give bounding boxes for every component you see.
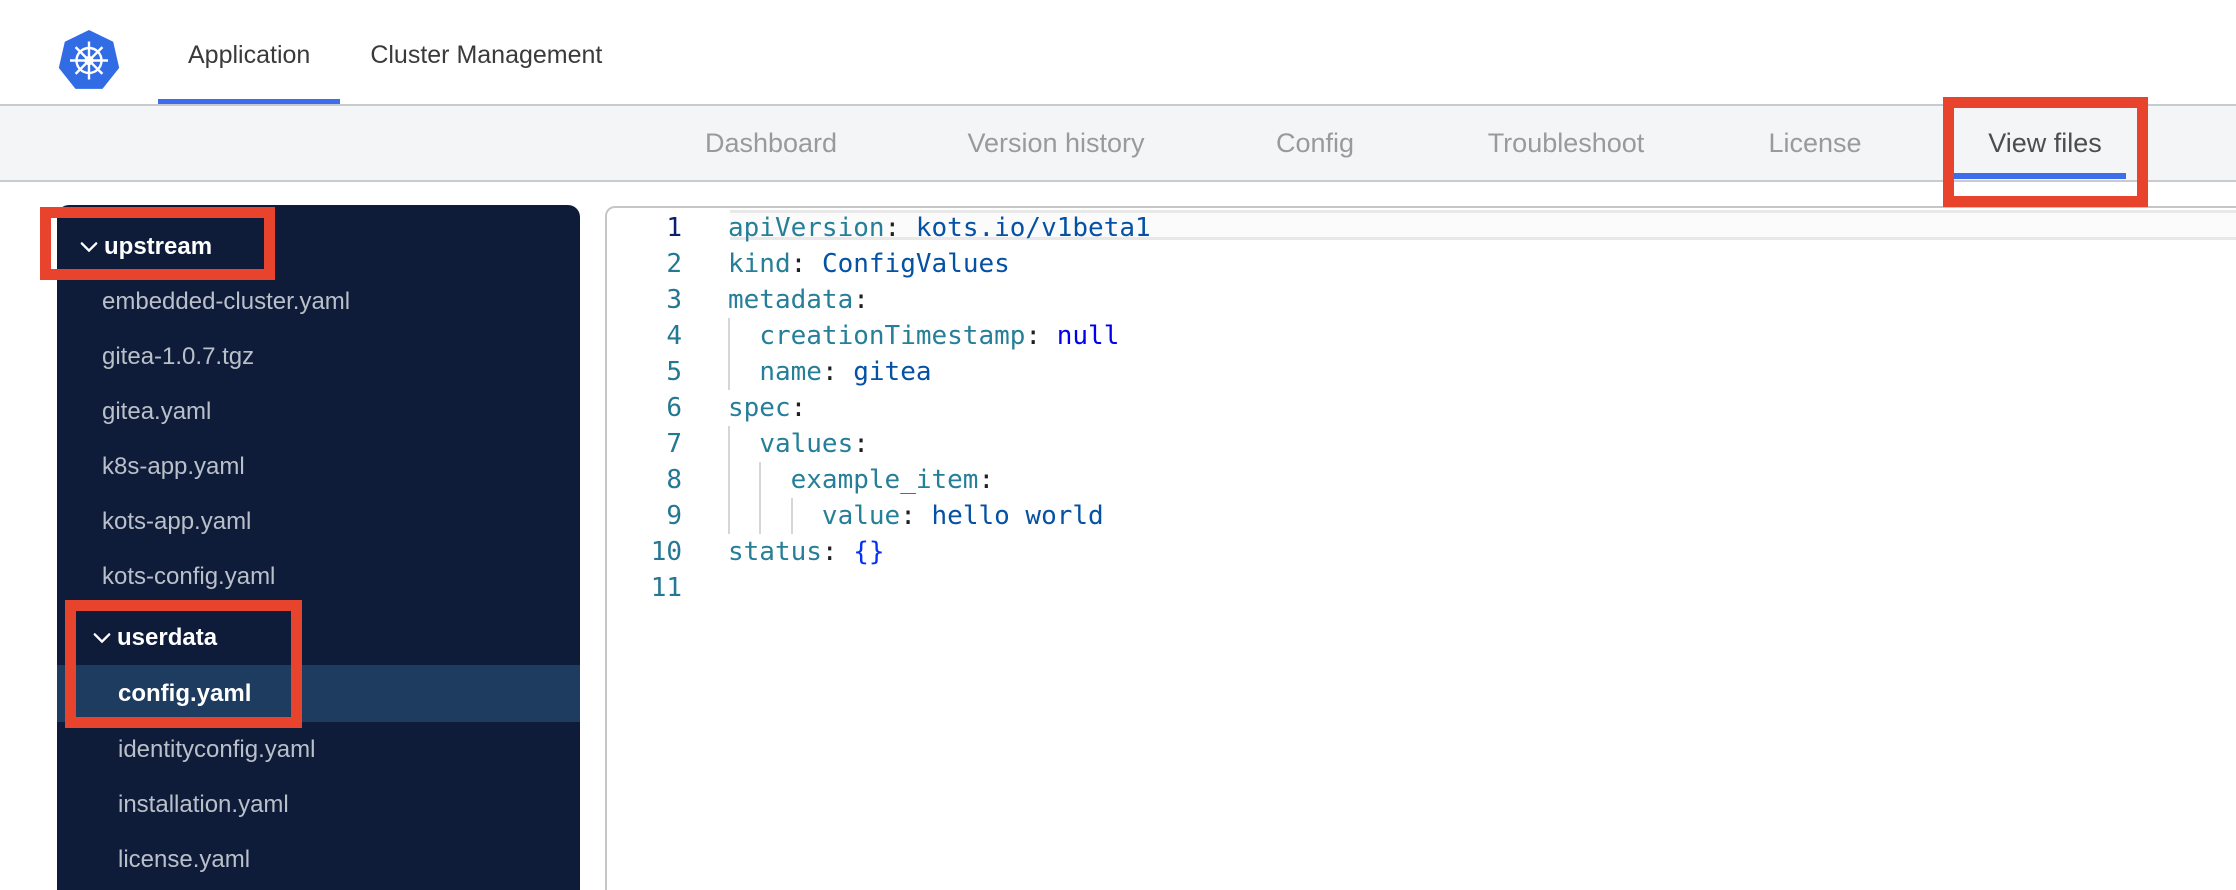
- code-line-text: creationTimestamp: null: [728, 318, 1119, 354]
- code-line-1: 1 apiVersion: kots.io/v1beta1: [607, 210, 2236, 246]
- indent-guide: [728, 426, 730, 462]
- top-navigation-bar: Application Cluster Management: [0, 0, 2236, 106]
- subnav-tab-version-history[interactable]: Version history: [967, 106, 1144, 180]
- line-number: 3: [666, 285, 682, 315]
- indent-guide: [728, 318, 730, 354]
- app-subnav-bar: Dashboard Version history Config Troublesho…: [0, 106, 2236, 182]
- subnav-tab-dashboard[interactable]: Dashboard: [705, 106, 837, 180]
- code-line-7: 7 values:: [607, 426, 2236, 462]
- tree-item-label: license.yaml: [118, 845, 251, 873]
- tree-item-installation.yaml[interactable]: installation.yaml: [57, 777, 580, 832]
- tree-item-k8s-app.yaml[interactable]: k8s-app.yaml: [57, 439, 580, 494]
- file-tree-sidebar: upstream embedded-cluster.yaml gitea-1.0.7…: [57, 205, 580, 890]
- tree-item-config.yaml[interactable]: config.yaml: [57, 665, 580, 722]
- line-number: 2: [666, 249, 682, 279]
- code-line-text: status: {}: [728, 537, 885, 567]
- indent-guide: [728, 498, 730, 534]
- code-lines: 1 apiVersion: kots.io/v1beta1 2 kind: Confi…: [607, 210, 2236, 606]
- code-line-8: 8 example_item:: [607, 462, 2236, 498]
- chevron-down-icon: [93, 632, 111, 643]
- code-line-6: 6 spec:: [607, 390, 2236, 426]
- code-line-text: example_item:: [728, 462, 994, 498]
- tree-item-kots-app.yaml[interactable]: kots-app.yaml: [57, 494, 580, 549]
- tree-item-label: config.yaml: [118, 679, 252, 707]
- code-line-4: 4 creationTimestamp: null: [607, 318, 2236, 354]
- subnav-tab-troubleshoot[interactable]: Troubleshoot: [1488, 106, 1645, 180]
- yaml-code-editor[interactable]: 1 apiVersion: kots.io/v1beta1 2 kind: Confi…: [605, 206, 2236, 890]
- code-line-3: 3 metadata:: [607, 282, 2236, 318]
- line-number: 9: [666, 501, 682, 531]
- code-line-text: spec:: [728, 393, 807, 423]
- tree-item-label: upstream: [104, 232, 213, 260]
- tree-item-kots-config.yaml[interactable]: kots-config.yaml: [57, 549, 580, 604]
- indent-guide: [759, 498, 762, 534]
- tree-item-label: embedded-cluster.yaml: [102, 287, 351, 315]
- tree-item-gitea-1.0.7.tgz[interactable]: gitea-1.0.7.tgz: [57, 329, 580, 384]
- kubernetes-logo-icon: [58, 30, 120, 89]
- tree-item-label: gitea.yaml: [102, 397, 212, 425]
- code-line-text: metadata:: [728, 285, 869, 315]
- code-line-10: 10 status: {}: [607, 534, 2236, 570]
- subnav-tab-license[interactable]: License: [1768, 106, 1861, 180]
- line-number: 5: [666, 357, 682, 387]
- tree-item-userdata[interactable]: userdata: [57, 610, 580, 665]
- subnav-tab-view-files[interactable]: View files: [1988, 106, 2102, 180]
- line-number: 6: [666, 393, 682, 423]
- line-number: 4: [666, 321, 682, 351]
- topbar-tabs: Application Cluster Management: [158, 12, 632, 104]
- line-number: 10: [650, 537, 682, 567]
- tree-item-label: gitea-1.0.7.tgz: [102, 342, 255, 370]
- indent-guide: [728, 462, 730, 498]
- code-line-text: kind: ConfigValues: [728, 249, 1010, 279]
- topbar-tab-application[interactable]: Application: [158, 12, 341, 104]
- code-line-2: 2 kind: ConfigValues: [607, 246, 2236, 282]
- line-number: 1: [666, 213, 682, 243]
- indent-guide: [759, 462, 762, 498]
- code-line-text: values:: [728, 426, 869, 462]
- line-number: 11: [650, 573, 682, 603]
- code-line-5: 5 name: gitea: [607, 354, 2236, 390]
- tree-item-identityconfig.yaml[interactable]: identityconfig.yaml: [57, 722, 580, 777]
- topbar-tab-cluster-management[interactable]: Cluster Management: [340, 12, 632, 104]
- tree-item-embedded-cluster.yaml[interactable]: embedded-cluster.yaml: [57, 274, 580, 329]
- code-line-11: 11: [607, 570, 2236, 606]
- indent-guide: [790, 498, 793, 534]
- tree-item-label: identityconfig.yaml: [118, 735, 316, 763]
- tree-item-label: userdata: [117, 623, 218, 651]
- indent-guide: [728, 354, 730, 390]
- line-number: 7: [666, 429, 682, 459]
- line-number: 8: [666, 465, 682, 495]
- subnav-tab-config[interactable]: Config: [1276, 106, 1354, 180]
- tree-item-label: k8s-app.yaml: [102, 452, 245, 480]
- tree-item-gitea.yaml[interactable]: gitea.yaml: [57, 384, 580, 439]
- code-line-9: 9 value: hello world: [607, 498, 2236, 534]
- code-line-text: name: gitea: [728, 354, 932, 390]
- code-line-text: value: hello world: [728, 498, 1104, 534]
- tree-item-label: kots-app.yaml: [102, 507, 252, 535]
- code-line-text: apiVersion: kots.io/v1beta1: [728, 213, 1151, 243]
- tree-item-upstream[interactable]: upstream: [57, 219, 580, 274]
- chevron-down-icon: [80, 241, 98, 252]
- tree-item-license.yaml[interactable]: license.yaml: [57, 832, 580, 887]
- tree-item-label: installation.yaml: [118, 790, 289, 818]
- tree-item-label: kots-config.yaml: [102, 562, 276, 590]
